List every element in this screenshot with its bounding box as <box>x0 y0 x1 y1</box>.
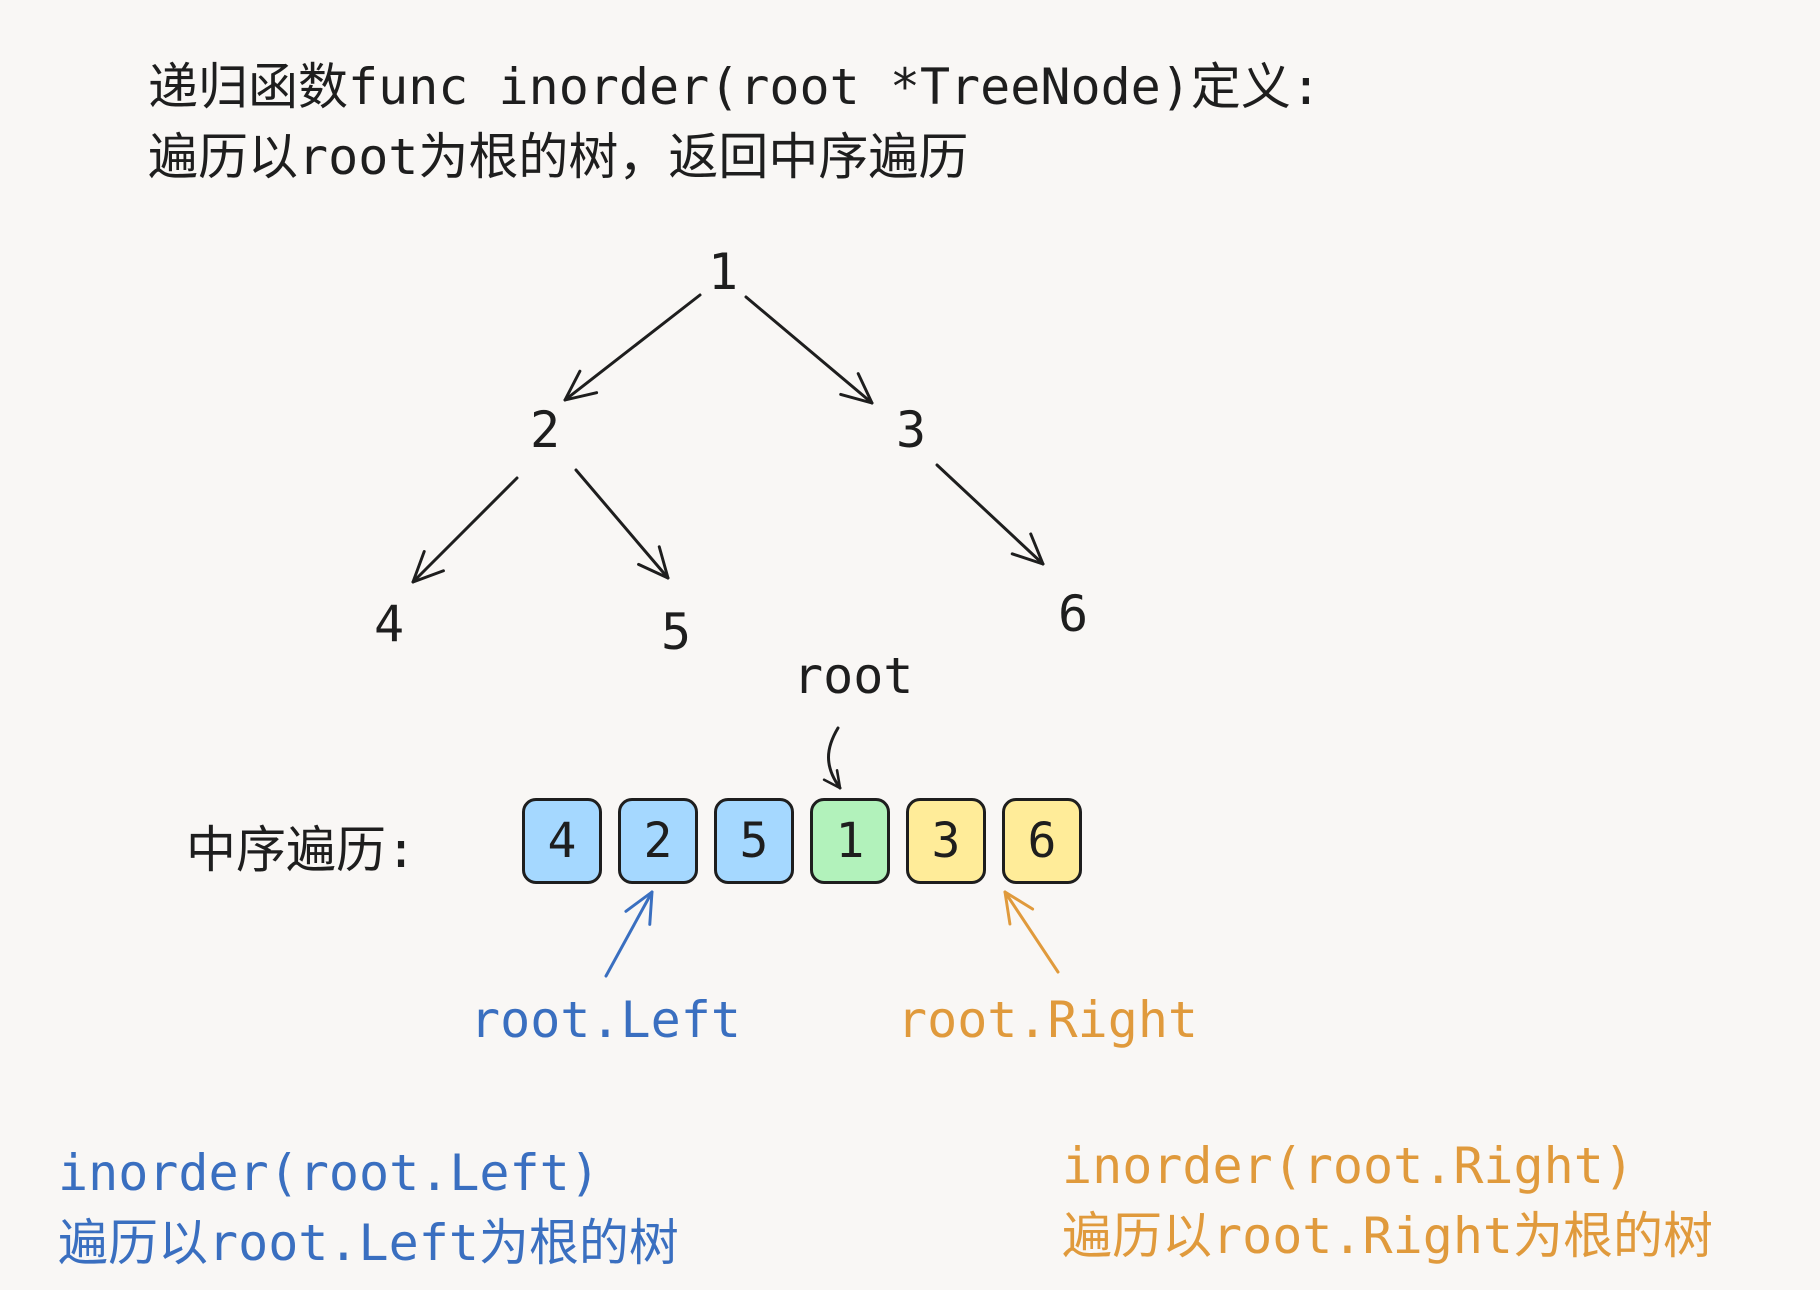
right-recursive-call: inorder(root.Right) <box>1062 1137 1634 1195</box>
left-pointer-arrow <box>604 890 654 978</box>
traversal-cell-value: 5 <box>739 813 769 869</box>
left-recursive-desc: 遍历以root.Left为根的树 <box>58 1214 679 1272</box>
traversal-cell-3: 5 <box>714 798 794 884</box>
traversal-cell-4: 1 <box>810 798 890 884</box>
tree-node-4: 4 <box>373 595 405 653</box>
traversal-cell-value: 3 <box>931 813 961 869</box>
traversal-cell-value: 6 <box>1027 813 1057 869</box>
traversal-cell-5: 3 <box>906 798 986 884</box>
tree-node-1: 1 <box>707 243 739 301</box>
edge-2-to-5 <box>574 468 670 580</box>
traversal-cell-value: 1 <box>835 813 865 869</box>
traversal-cell-6: 6 <box>1002 798 1082 884</box>
tree-node-2: 2 <box>529 401 561 459</box>
edge-3-to-6 <box>935 463 1045 566</box>
traversal-label: 中序遍历: <box>186 821 417 879</box>
right-pointer-arrow <box>1003 890 1060 974</box>
left-recursive-call: inorder(root.Left) <box>58 1144 600 1202</box>
edge-1-to-2 <box>563 293 702 402</box>
traversal-cell-value: 2 <box>643 813 673 869</box>
right-pointer-label: root.Right <box>897 991 1199 1049</box>
tree-node-6: 6 <box>1057 585 1089 643</box>
traversal-cell-1: 4 <box>522 798 602 884</box>
right-recursive-desc: 遍历以root.Right为根的树 <box>1062 1207 1714 1265</box>
traversal-cell-2: 2 <box>618 798 698 884</box>
tree-node-3: 3 <box>895 401 927 459</box>
edge-1-to-3 <box>744 295 874 405</box>
diagram-arrows <box>411 293 1060 978</box>
left-pointer-label: root.Left <box>470 991 741 1049</box>
traversal-cell-value: 4 <box>547 813 577 869</box>
root-pointer-label: root <box>793 647 914 705</box>
edge-2-to-4 <box>411 476 519 584</box>
root-pointer-arrow <box>822 726 842 790</box>
tree-node-5: 5 <box>660 603 692 661</box>
